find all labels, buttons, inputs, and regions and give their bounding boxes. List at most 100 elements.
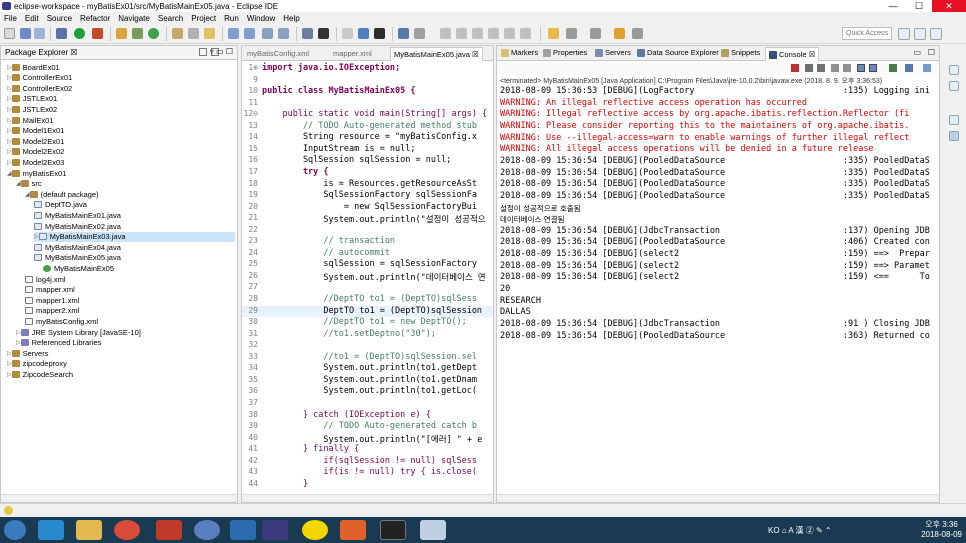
tree-item[interactable]: ◢ src — [16, 179, 235, 189]
next-annotation-icon[interactable] — [228, 28, 239, 39]
expand-arrow-icon[interactable]: ▷ — [16, 339, 21, 346]
tree-item[interactable]: ◢ myBatisEx01 — [7, 168, 235, 178]
expand-arrow-icon[interactable]: ◢ — [16, 180, 21, 187]
toggle-mark-icon[interactable] — [204, 28, 215, 39]
next-edit-icon[interactable] — [590, 28, 601, 39]
debug-icon[interactable] — [56, 28, 67, 39]
view-menu-icon[interactable]: ▿ ▭ ☐ — [210, 47, 233, 56]
code-line[interactable]: 20 = new SqlSessionFactoryBui — [242, 202, 493, 213]
code-line[interactable]: 43 if(is != null) try { is.close( — [242, 467, 493, 478]
maximize-view-icon[interactable]: ☐ — [928, 48, 935, 57]
expand-arrow-icon[interactable]: ▷ — [7, 159, 12, 166]
tree-item[interactable]: MyBatisMainEx02.java — [34, 221, 235, 231]
tree-item[interactable]: ▷ Referenced Libraries — [16, 338, 235, 348]
command-prompt-icon[interactable] — [380, 520, 406, 540]
code-line[interactable]: 41 } finally { — [242, 444, 493, 455]
code-line[interactable]: 39 // TODO Auto-generated catch b — [242, 421, 493, 432]
vscode-icon[interactable] — [230, 520, 256, 540]
back-icon[interactable] — [262, 28, 273, 39]
terminate-icon[interactable] — [791, 64, 799, 72]
kakaotalk-icon[interactable] — [302, 520, 328, 540]
code-line[interactable]: 26 System.out.println("데이터베이스 연 — [242, 271, 493, 283]
expand-arrow-icon[interactable]: ▷ — [7, 74, 12, 81]
close-button[interactable]: ✕ — [932, 0, 966, 12]
code-line[interactable]: 25 sqlSession = sqlSessionFactory — [242, 259, 493, 270]
code-line[interactable]: 36 System.out.println(to1.getLoc( — [242, 386, 493, 397]
editor-tab-mapper[interactable]: mapper.xml — [330, 47, 375, 61]
step-over-icon[interactable] — [504, 28, 515, 39]
tree-item[interactable]: mapper1.xml — [25, 295, 235, 305]
internet-explorer-icon[interactable] — [38, 520, 64, 540]
code-line[interactable]: 9 — [242, 75, 493, 86]
show-on-output-icon[interactable] — [869, 64, 877, 72]
open-perspective-icon[interactable] — [898, 28, 910, 40]
code-line[interactable]: 1⊕ import java.io.IOException; — [242, 63, 493, 74]
open-console-icon[interactable] — [923, 64, 931, 72]
step-into-icon[interactable] — [488, 28, 499, 39]
tree-item[interactable]: ▷ Model2Ex03 — [7, 157, 235, 167]
forward-icon[interactable] — [278, 28, 289, 39]
tree-item[interactable]: MyBatisMainEx05 — [43, 263, 235, 273]
code-line[interactable]: 33 //to1 = (DeptTO)sqlSession.sel — [242, 352, 493, 363]
tree-item[interactable]: ▷ ZipcodeSearch — [7, 369, 235, 379]
tree-item[interactable]: mapper2.xml — [25, 306, 235, 316]
expand-arrow-icon[interactable]: ▷ — [7, 95, 12, 102]
editor-tab-mybatismainex05[interactable]: MyBatisMainEx05.java ☒ — [390, 47, 483, 61]
menu-help[interactable]: Help — [279, 14, 303, 23]
menu-window[interactable]: Window — [243, 14, 279, 23]
outline-icon[interactable] — [949, 65, 959, 75]
terminate-icon[interactable] — [472, 28, 483, 39]
minimize-button[interactable]: — — [880, 0, 906, 12]
server-icon[interactable] — [302, 28, 313, 39]
new-package-icon[interactable] — [132, 28, 143, 39]
tree-item[interactable]: mapper.xml — [25, 285, 235, 295]
tree-item[interactable]: ▷ MailEx01 — [7, 115, 235, 125]
previous-annotation-icon[interactable] — [244, 28, 255, 39]
tree-item[interactable]: ▷ BoardEx01 — [7, 62, 235, 72]
tab-console[interactable]: Console ☒ — [765, 47, 820, 61]
code-line[interactable]: 13 // TODO Auto-generated method stub — [242, 121, 493, 132]
save-icon[interactable] — [20, 28, 31, 39]
expand-arrow-icon[interactable]: ◢ — [7, 170, 12, 177]
tree-item[interactable]: ▷ ControllerEx02 — [7, 83, 235, 93]
code-line[interactable]: 21 System.out.println("설정이 성공적으 — [242, 213, 493, 225]
menu-search[interactable]: Search — [154, 14, 187, 23]
pin-console-icon[interactable] — [889, 64, 897, 72]
code-line[interactable]: 24 // autocommit — [242, 248, 493, 259]
code-line[interactable]: 22 — [242, 225, 493, 236]
code-line[interactable]: 31 //to1.setDeptno("30"); — [242, 329, 493, 340]
minimize-view-icon[interactable]: ▭ — [913, 48, 921, 57]
code-line[interactable]: 30 //DeptTO to1 = new DeptTO(); — [242, 317, 493, 328]
new-icon[interactable] — [4, 28, 15, 39]
expand-arrow-icon[interactable]: ▷ — [7, 148, 12, 155]
tree-item[interactable]: ▷ JRE System Library [JavaSE-10] — [16, 327, 235, 337]
tree-item[interactable]: ▷ ControllerEx01 — [7, 73, 235, 83]
code-line[interactable]: 11 — [242, 98, 493, 109]
system-tray[interactable]: KO ⌂ A 漢 ② ✎ ⌃ — [768, 525, 832, 536]
run-icon[interactable] — [74, 28, 85, 39]
highlight-icon[interactable] — [548, 28, 559, 39]
expand-arrow-icon[interactable]: ▷ — [7, 138, 12, 145]
tree-item[interactable]: ▷ JSTLEx01 — [7, 94, 235, 104]
code-line[interactable]: 34 System.out.println(to1.getDept — [242, 363, 493, 374]
open-type-icon[interactable] — [172, 28, 183, 39]
tree-item[interactable]: ◢ (default package) — [25, 189, 235, 199]
quick-access-input[interactable] — [842, 27, 892, 40]
editor-tab-mybatisconfig[interactable]: myBatisConfig.xml — [244, 47, 312, 61]
search-icon[interactable] — [188, 28, 199, 39]
resume-icon[interactable] — [440, 28, 451, 39]
start-button[interactable] — [4, 520, 26, 540]
maximize-button[interactable]: ☐ — [906, 0, 932, 12]
new-java-project-icon[interactable] — [116, 28, 127, 39]
expand-arrow-icon[interactable]: ▷ — [7, 85, 12, 92]
menu-run[interactable]: Run — [220, 14, 243, 23]
new-class-icon[interactable] — [148, 28, 159, 39]
clock[interactable]: 오후 3:36 2018-08-09 — [921, 520, 962, 540]
chrome-icon[interactable] — [114, 520, 140, 540]
clear-console-icon[interactable] — [831, 64, 839, 72]
tree-item[interactable]: myBatisConfig.xml — [25, 316, 235, 326]
last-edit-icon[interactable] — [566, 28, 577, 39]
editor-scrollbar[interactable] — [242, 494, 493, 502]
tab-data-source-explorer[interactable]: Data Source Explorer — [637, 48, 719, 57]
console-minimized-icon[interactable] — [949, 131, 959, 141]
